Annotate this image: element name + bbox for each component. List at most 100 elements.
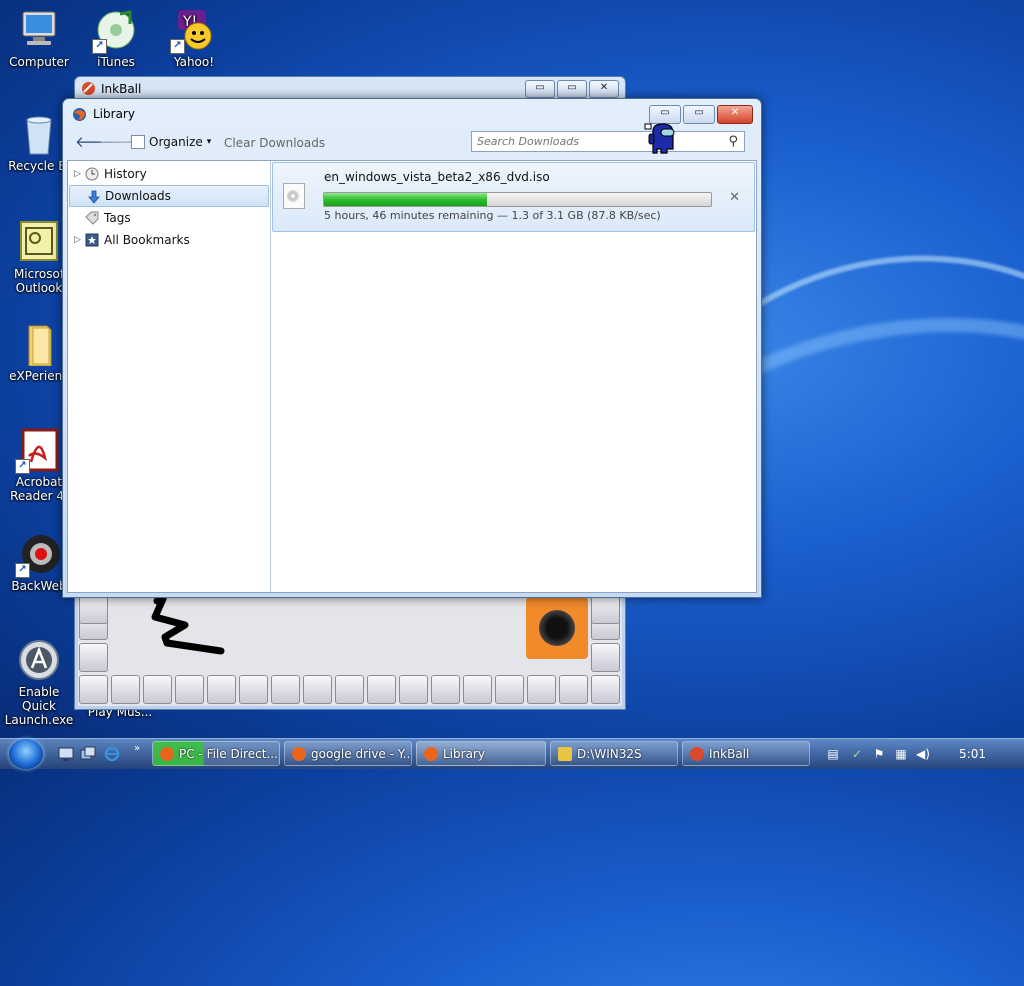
cancel-download-button[interactable]: ✕ — [729, 190, 740, 205]
search-icon[interactable]: ⚲ — [728, 134, 738, 149]
firefox-icon — [424, 747, 438, 761]
taskbar: » PC - File Direct... google drive - Y..… — [0, 738, 1024, 769]
inkball-wall-tile — [335, 675, 364, 704]
back-button[interactable]: 🡐 — [75, 133, 115, 151]
expand-arrow-icon[interactable]: ▷ — [74, 229, 81, 251]
folder-icon — [558, 747, 572, 761]
taskbar-item-google-drive[interactable]: google drive - Y... — [284, 741, 412, 766]
bookmarks-icon — [85, 233, 99, 247]
clear-downloads-button[interactable]: Clear Downloads — [224, 136, 325, 150]
network-icon[interactable]: ▦ — [894, 747, 908, 761]
inkball-app-icon — [690, 747, 704, 761]
security-check-icon[interactable]: ✓ — [850, 747, 864, 761]
outlook-icon — [17, 220, 61, 264]
search-downloads-box[interactable]: ⚲ — [471, 131, 745, 152]
download-filename: en_windows_vista_beta2_x86_dvd.iso — [324, 170, 550, 184]
downloads-list: en_windows_vista_beta2_x86_dvd.iso 5 hou… — [271, 161, 756, 592]
inkball-title: InkBall — [101, 82, 142, 96]
inkball-close-button[interactable]: ✕ — [589, 80, 619, 98]
download-item[interactable]: en_windows_vista_beta2_x86_dvd.iso 5 hou… — [272, 162, 755, 232]
sidebar-item-label: Downloads — [105, 189, 171, 203]
download-arrow-icon — [88, 190, 100, 204]
desktop-icon-computer[interactable]: Computer — [3, 8, 75, 69]
desktop-icon-label: Computer — [9, 55, 69, 69]
sidebar-item-all-bookmarks[interactable]: ▷ All Bookmarks — [68, 229, 270, 251]
inkball-wall-tile — [79, 675, 108, 704]
library-maximize-button[interactable]: ▭ — [683, 105, 715, 124]
sidebar-item-tags[interactable]: Tags — [68, 207, 270, 229]
start-button[interactable] — [9, 739, 43, 769]
desktop-icon-enable-quick-launch[interactable]: Enable Quick Launch.exe — [3, 638, 75, 727]
action-center-flag-icon[interactable]: ⚑ — [872, 747, 886, 761]
crewmate-sprite-icon — [644, 123, 675, 154]
inkball-wall-tile — [591, 595, 620, 624]
sidebar-item-label: All Bookmarks — [104, 233, 190, 247]
taskbar-item-label: InkBall — [709, 747, 750, 761]
desktop-icon-label: Enable Quick Launch.exe — [4, 685, 74, 727]
inkball-wall-tile — [495, 675, 524, 704]
inkball-wall-tile — [399, 675, 428, 704]
backweb-icon: ↗ — [15, 532, 61, 578]
inkball-wall-tile — [559, 675, 588, 704]
shortcut-arrow-icon: ↗ — [15, 459, 30, 474]
library-title: Library — [93, 107, 135, 121]
firefox-icon — [73, 108, 86, 121]
inkball-maximize-button[interactable]: ▭ — [557, 80, 587, 98]
sidebar-item-label: Tags — [104, 211, 131, 225]
taskbar-item-win32s-folder[interactable]: D:\WIN32S — [550, 741, 678, 766]
download-progress-bar — [323, 192, 712, 207]
recycle-bin-icon — [17, 112, 61, 156]
inkball-wall-tile — [367, 675, 396, 704]
switch-windows-icon[interactable] — [80, 746, 96, 762]
inkball-wall-tile — [79, 595, 108, 624]
shortcut-arrow-icon: ↗ — [92, 39, 107, 54]
inkball-wall-tile — [271, 675, 300, 704]
system-tray: ▤ ✓ ⚑ ▦ ◀) 5:01 — [814, 739, 1024, 769]
shortcut-arrow-icon: ↗ — [15, 563, 30, 578]
search-downloads-input[interactable] — [477, 133, 717, 150]
library-body: ▷ History Downloads Tags ▷ All Bookmarks — [67, 160, 757, 593]
shortcut-arrow-icon: ↗ — [170, 39, 185, 54]
taskbar-clock[interactable]: 5:01 — [959, 747, 986, 761]
taskbar-item-label: Library — [443, 747, 485, 761]
inkball-wall-tile — [175, 675, 204, 704]
folder-icon — [17, 322, 61, 367]
sidebar-item-history[interactable]: ▷ History — [68, 163, 270, 185]
taskbar-item-label: PC - File Direct... — [179, 747, 278, 761]
firefox-icon — [160, 747, 174, 761]
inkball-wall-tile — [591, 643, 620, 672]
taskbar-item-library[interactable]: Library — [416, 741, 546, 766]
inkball-hole — [526, 597, 588, 659]
library-window[interactable]: Library ▭ ▭ ✕ 🡐 🡒 Organize ▾ Clear Downl… — [62, 98, 762, 598]
inkball-wall-tile — [591, 675, 620, 704]
inkball-app-icon — [82, 82, 95, 95]
taskbar-item-file-directory[interactable]: PC - File Direct... — [152, 741, 280, 766]
forward-button[interactable]: 🡒 — [99, 133, 139, 151]
sidebar-item-downloads[interactable]: Downloads — [69, 185, 269, 207]
inkball-wall-tile — [143, 675, 172, 704]
inkball-wall-tile — [111, 675, 140, 704]
expand-arrow-icon[interactable]: ▷ — [74, 163, 81, 185]
desktop-icon-yahoo[interactable]: Y! ↗ Yahoo! — [158, 8, 230, 69]
download-progress-fill — [324, 193, 487, 206]
yahoo-icon: Y! ↗ — [170, 8, 216, 54]
desktop-icon-label: Yahoo! — [173, 55, 215, 69]
document-icon[interactable]: ▤ — [826, 747, 840, 761]
taskbar-item-inkball[interactable]: InkBall — [682, 741, 810, 766]
inkball-wall-tile — [303, 675, 332, 704]
internet-explorer-icon[interactable] — [104, 746, 120, 762]
desktop-icon-itunes[interactable]: ↗ iTunes — [80, 8, 152, 69]
download-status: 5 hours, 46 minutes remaining — 1.3 of 3… — [324, 209, 661, 222]
library-close-button[interactable]: ✕ — [717, 105, 753, 124]
volume-icon[interactable]: ◀) — [916, 747, 930, 761]
clock-icon — [85, 167, 99, 181]
computer-icon — [17, 8, 61, 52]
inkball-minimize-button[interactable]: ▭ — [525, 80, 555, 98]
inkball-wall-tile — [239, 675, 268, 704]
show-desktop-icon[interactable] — [58, 746, 74, 762]
quick-launch-overflow-icon[interactable]: » — [134, 743, 140, 754]
organize-menu[interactable]: Organize ▾ — [131, 135, 211, 149]
itunes-icon: ↗ — [92, 8, 138, 54]
library-sidebar: ▷ History Downloads Tags ▷ All Bookmarks — [68, 161, 271, 592]
inkball-wall-tile — [527, 675, 556, 704]
